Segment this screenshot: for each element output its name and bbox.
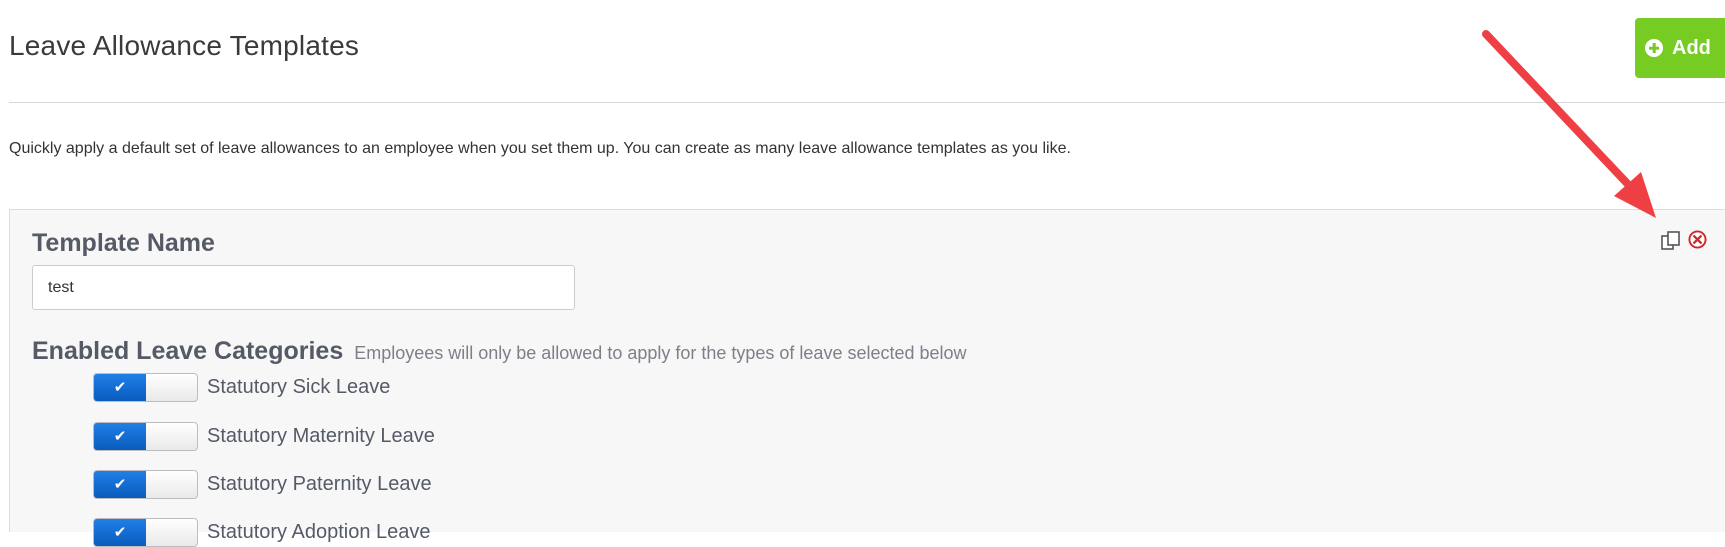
check-icon: ✔ xyxy=(94,470,146,498)
delete-circle-icon[interactable] xyxy=(1688,230,1707,249)
categories-hint: Employees will only be allowed to apply … xyxy=(354,343,967,363)
copy-icon[interactable] xyxy=(1660,230,1682,252)
leave-category-item: ✔ Statutory Maternity Leave xyxy=(93,421,435,451)
leave-toggle[interactable]: ✔ xyxy=(93,421,198,451)
template-name-input[interactable] xyxy=(32,265,575,310)
enabled-leave-categories-heading: Enabled Leave Categories Employees will … xyxy=(32,337,967,366)
title-divider xyxy=(9,102,1725,103)
leave-category-label: Statutory Sick Leave xyxy=(207,375,391,398)
add-button-label: Add xyxy=(1672,36,1711,59)
check-icon: ✔ xyxy=(94,518,146,546)
leave-category-label: Statutory Maternity Leave xyxy=(207,424,435,447)
categories-label: Enabled Leave Categories xyxy=(32,337,344,365)
template-name-label: Template Name xyxy=(32,229,215,257)
leave-category-item: ✔ Statutory Sick Leave xyxy=(93,372,390,402)
leave-category-label: Statutory Adoption Leave xyxy=(207,520,431,543)
leave-toggle[interactable]: ✔ xyxy=(93,469,198,499)
intro-text: Quickly apply a default set of leave all… xyxy=(9,140,1071,157)
leave-category-label: Statutory Paternity Leave xyxy=(207,472,432,495)
add-button[interactable]: Add xyxy=(1635,18,1725,78)
leave-category-item: ✔ Statutory Paternity Leave xyxy=(93,469,432,499)
check-icon: ✔ xyxy=(94,373,146,401)
check-icon: ✔ xyxy=(94,422,146,450)
page-title: Leave Allowance Templates xyxy=(9,30,360,61)
leave-toggle[interactable]: ✔ xyxy=(93,517,198,547)
leave-category-item: ✔ Statutory Adoption Leave xyxy=(93,517,431,547)
plus-circle-icon xyxy=(1645,39,1663,57)
leave-toggle[interactable]: ✔ xyxy=(93,372,198,402)
